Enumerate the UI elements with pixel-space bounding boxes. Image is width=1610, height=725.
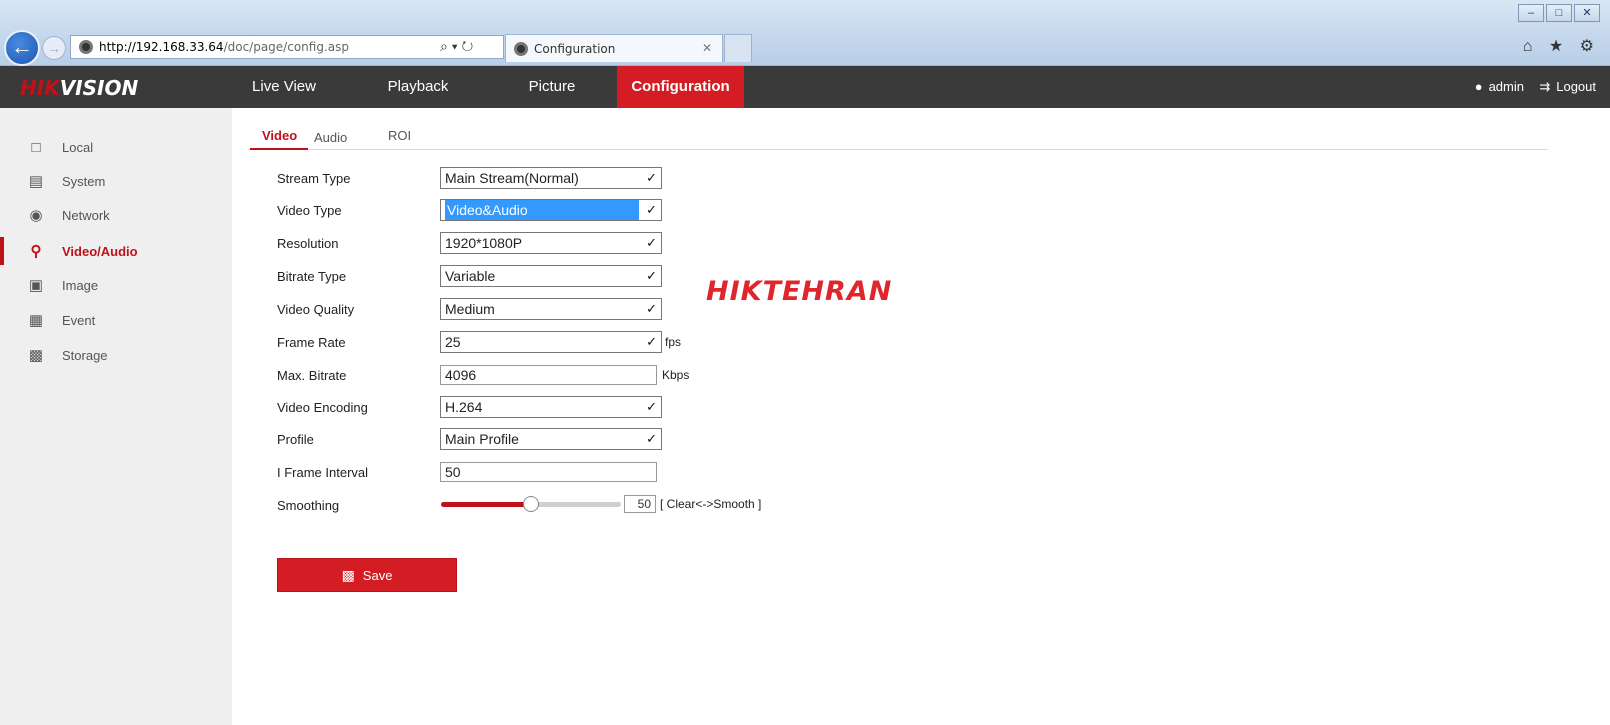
chevron-down-icon: ✓ bbox=[646, 235, 657, 250]
chevron-down-icon: ✓ bbox=[646, 268, 657, 283]
sidebar-item-storage[interactable]: ▩ Storage bbox=[0, 338, 232, 372]
video-type-select[interactable]: Video&Audio ✓ bbox=[440, 199, 662, 221]
video-quality-label: Video Quality bbox=[277, 301, 355, 317]
video-quality-select[interactable]: Medium ✓ bbox=[440, 298, 662, 320]
smoothing-slider[interactable] bbox=[441, 496, 621, 512]
frame-rate-label: Frame Rate bbox=[277, 334, 346, 350]
resolution-select[interactable]: 1920*1080P ✓ bbox=[440, 232, 662, 254]
floppy-disk-icon: ▩ bbox=[341, 566, 355, 583]
new-tab-button[interactable] bbox=[724, 34, 752, 62]
monitor-icon: □ bbox=[31, 138, 41, 156]
bitrate-type-label: Bitrate Type bbox=[277, 268, 347, 284]
mic-icon: ⚲ bbox=[30, 243, 42, 260]
config-sidebar: □ Local ▤ System ◉ Network ⚲ Video/Audio ▣ Im… bbox=[0, 108, 232, 725]
max-bitrate-label: Max. Bitrate bbox=[277, 367, 347, 383]
video-encoding-select[interactable]: H.264 ✓ bbox=[440, 396, 662, 418]
address-bar[interactable]: http://192.168.33.64/doc/page/config.asp bbox=[70, 35, 504, 59]
profile-select[interactable]: Main Profile ✓ bbox=[440, 428, 662, 450]
watermark-text: HIKTEHRAN bbox=[706, 276, 893, 307]
logout-label: Logout bbox=[1556, 79, 1596, 94]
stream-type-label: Stream Type bbox=[277, 170, 351, 186]
chevron-down-icon: ✓ bbox=[646, 431, 657, 446]
tab-title: Configuration bbox=[534, 41, 616, 56]
back-arrow-icon[interactable]: ← bbox=[4, 30, 40, 66]
i-frame-interval-input[interactable]: 50 bbox=[440, 462, 657, 482]
nav-picture[interactable]: Picture bbox=[512, 66, 592, 108]
home-star-gear-icons[interactable]: ⌂ ★ ⚙ bbox=[1523, 36, 1600, 56]
sidebar-item-event[interactable]: ▦ Event bbox=[0, 303, 232, 337]
tab-favicon-icon bbox=[514, 41, 528, 56]
resolution-label: Resolution bbox=[277, 235, 339, 251]
tab-roi[interactable]: ROI bbox=[388, 128, 411, 143]
frame-rate-select[interactable]: 25 ✓ bbox=[440, 331, 662, 353]
user-menu[interactable]: ● admin bbox=[1475, 66, 1524, 108]
url-host: http://192.168.33.64 bbox=[99, 40, 224, 54]
forward-arrow-icon[interactable]: → bbox=[42, 36, 66, 60]
smoothing-hint: [ Clear<->Smooth ] bbox=[660, 497, 762, 511]
chevron-down-icon: ✓ bbox=[646, 301, 657, 316]
profile-label: Profile bbox=[277, 431, 314, 447]
subtab-bar: Video Audio ROI bbox=[248, 108, 1548, 150]
sidebar-item-video-audio[interactable]: ⚲ Video/Audio bbox=[0, 234, 232, 268]
nav-playback[interactable]: Playback bbox=[378, 66, 458, 108]
username: admin bbox=[1488, 79, 1524, 94]
fps-unit: fps bbox=[665, 335, 682, 349]
globe-icon: ◉ bbox=[29, 207, 43, 224]
kbps-unit: Kbps bbox=[662, 368, 690, 382]
browser-tab-configuration[interactable]: Configuration ✕ bbox=[505, 34, 723, 62]
save-label: Save bbox=[362, 567, 393, 583]
tab-audio[interactable]: Audio bbox=[314, 130, 347, 145]
i-frame-interval-label: I Frame Interval bbox=[277, 464, 369, 480]
video-type-label: Video Type bbox=[277, 202, 342, 218]
tab-close-icon[interactable]: ✕ bbox=[702, 41, 712, 55]
video-encoding-label: Video Encoding bbox=[277, 399, 368, 415]
save-button[interactable]: ▩ Save bbox=[277, 558, 457, 592]
hikvision-logo: HIKVISION bbox=[20, 76, 139, 100]
image-icon: ▣ bbox=[28, 277, 44, 294]
maximize-icon[interactable]: □ bbox=[1546, 4, 1572, 22]
app-header: HIKVISION Live View Playback Picture Con… bbox=[0, 66, 1610, 108]
active-tab-underline bbox=[250, 148, 308, 150]
sidebar-item-local[interactable]: □ Local bbox=[0, 130, 232, 164]
window-icon: ▤ bbox=[28, 173, 44, 190]
sidebar-item-network[interactable]: ◉ Network bbox=[0, 198, 232, 232]
bitrate-type-select[interactable]: Variable ✓ bbox=[440, 265, 662, 287]
minimize-icon[interactable]: – bbox=[1518, 4, 1544, 22]
tab-video[interactable]: Video bbox=[262, 128, 297, 143]
calendar-icon: ▦ bbox=[28, 312, 44, 329]
chevron-down-icon: ✓ bbox=[646, 399, 657, 414]
nav-configuration[interactable]: Configuration bbox=[617, 66, 744, 108]
sidebar-item-system[interactable]: ▤ System bbox=[0, 164, 232, 198]
search-refresh-icon[interactable]: ⌕ ▾ ↻ bbox=[440, 38, 473, 55]
sidebar-item-image[interactable]: ▣ Image bbox=[0, 268, 232, 302]
smoothing-slider-handle[interactable] bbox=[523, 496, 539, 512]
logout-button[interactable]: ⇉ Logout bbox=[1539, 66, 1596, 108]
chevron-down-icon: ✓ bbox=[646, 202, 657, 217]
close-window-icon[interactable]: ✕ bbox=[1574, 4, 1600, 22]
chevron-down-icon: ✓ bbox=[646, 170, 657, 185]
browser-toolbar: ← → http://192.168.33.64/doc/page/config… bbox=[0, 0, 1610, 66]
site-favicon-icon bbox=[79, 40, 93, 54]
logout-icon: ⇉ bbox=[1539, 79, 1551, 94]
smoothing-slider-fill bbox=[441, 502, 531, 507]
max-bitrate-input[interactable]: 4096 bbox=[440, 365, 657, 385]
disk-icon: ▩ bbox=[28, 347, 44, 364]
url-path: /doc/page/config.asp bbox=[223, 40, 349, 54]
window-controls: – □ ✕ bbox=[1518, 4, 1600, 22]
smoothing-value-input[interactable]: 50 bbox=[624, 495, 656, 513]
smoothing-label: Smoothing bbox=[277, 497, 340, 513]
stream-type-select[interactable]: Main Stream(Normal) ✓ bbox=[440, 167, 662, 189]
nav-live-view[interactable]: Live View bbox=[248, 66, 320, 108]
user-icon: ● bbox=[1474, 79, 1483, 94]
chevron-down-icon: ✓ bbox=[646, 334, 657, 349]
